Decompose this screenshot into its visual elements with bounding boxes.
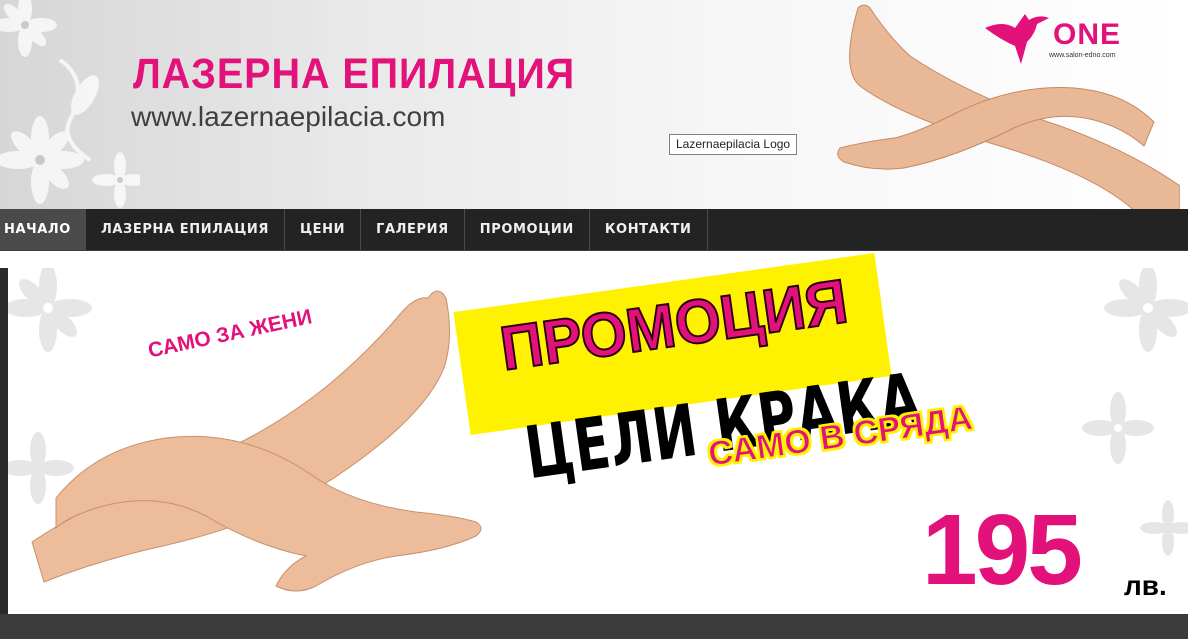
floral-decoration (0, 0, 140, 208)
price-currency: лв. (1124, 570, 1167, 601)
brand-name: ONE (1053, 18, 1122, 51)
logo-tooltip: Lazernaepilacia Logo (669, 134, 798, 155)
site-url: www.lazernaepilacia.com (131, 101, 446, 132)
bottom-bar (0, 614, 1188, 639)
main-nav: НАЧАЛО ЛАЗЕРНА ЕПИЛАЦИЯ ЦЕНИ ГАЛЕРИЯ ПРО… (0, 209, 1188, 251)
nav-item-contacts[interactable]: КОНТАКТИ (590, 209, 708, 250)
brand-website: www.salon-edno.com (1049, 52, 1116, 59)
price-value: 195 (922, 494, 1083, 606)
site-header: ЛАЗЕРНА ЕПИЛАЦИЯ www.lazernaepilacia.com… (0, 0, 1188, 209)
nav-item-prices[interactable]: ЦЕНИ (285, 209, 362, 250)
nav-gap (0, 251, 1188, 268)
nav-item-gallery[interactable]: ГАЛЕРИЯ (361, 209, 465, 250)
site-title: ЛАЗЕРНА ЕПИЛАЦИЯ (133, 50, 576, 98)
brand-logo[interactable]: ONE www.salon-edno.com (983, 8, 1153, 68)
nav-item-promotions[interactable]: ПРОМОЦИИ (465, 209, 590, 250)
nav-item-laser-epilation[interactable]: ЛАЗЕРНА ЕПИЛАЦИЯ (86, 209, 285, 250)
hummingbird-icon (985, 14, 1049, 64)
nav-item-home[interactable]: НАЧАЛО (0, 209, 86, 250)
